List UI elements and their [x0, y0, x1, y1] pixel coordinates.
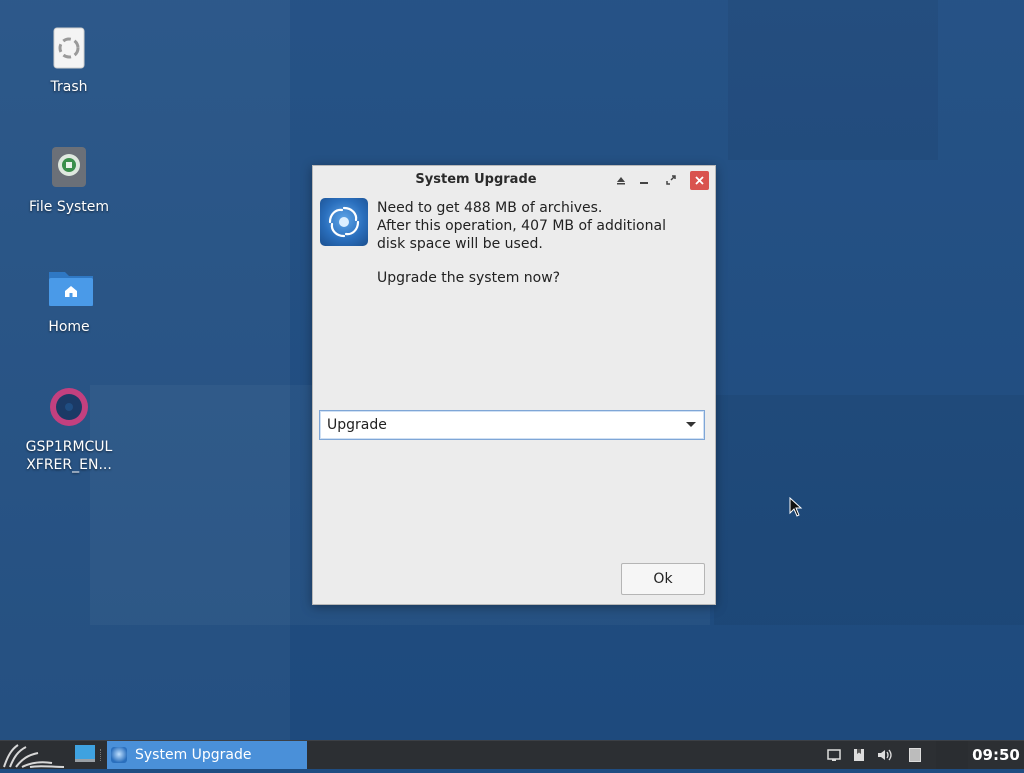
start-menu-button[interactable] [0, 741, 68, 769]
wallpaper-panel [728, 0, 938, 160]
desktop-icon-home[interactable]: Home [14, 264, 124, 336]
message-line: After this operation, 407 MB of addition… [377, 218, 666, 234]
minimize-button[interactable] [636, 172, 652, 188]
upgrade-app-icon [111, 747, 127, 763]
mouse-cursor-icon [789, 496, 803, 521]
desktop-icon-label: GSP1RMCUL XFRER_EN... [25, 439, 113, 473]
maximize-button[interactable] [663, 172, 679, 188]
message-line: Need to get 488 MB of archives. [377, 200, 603, 216]
desktop-icon-label: File System [28, 199, 110, 215]
minimize-icon [640, 182, 648, 184]
disc-icon [47, 384, 91, 432]
wallpaper-panel [714, 395, 1024, 625]
upgrade-mode-select[interactable]: Upgrade [319, 410, 705, 440]
show-desktop-button[interactable] [74, 744, 96, 764]
shade-button[interactable] [613, 172, 629, 188]
close-icon [695, 176, 704, 185]
taskbar-item-system-upgrade[interactable]: System Upgrade [107, 741, 307, 769]
desktop-icon-disc[interactable]: GSP1RMCUL XFRER_EN... [14, 384, 124, 474]
dialog-message: Need to get 488 MB of archives. After th… [377, 199, 707, 253]
taskbar-separator [100, 749, 104, 761]
shade-icon [617, 177, 625, 185]
start-logo-icon [3, 744, 65, 768]
dialog-question: Upgrade the system now? [377, 270, 561, 286]
ok-button[interactable]: Ok [621, 563, 705, 595]
maximize-icon [666, 175, 676, 185]
close-button[interactable] [690, 171, 709, 190]
tray-separator [936, 741, 968, 769]
dialog-titlebar[interactable]: System Upgrade [313, 166, 715, 194]
select-value: Upgrade [327, 417, 387, 433]
volume-icon[interactable] [876, 747, 892, 763]
system-upgrade-dialog: System Upgrade Need to get 488 MB of arc… [312, 165, 716, 605]
desktop-icon-trash[interactable]: Trash [14, 24, 124, 96]
message-line: disk space will be used. [377, 236, 543, 252]
network-icon[interactable] [826, 747, 842, 763]
chevron-down-icon [686, 422, 696, 427]
workspace-icon[interactable] [907, 747, 923, 763]
home-folder-icon [47, 264, 93, 312]
show-desktop-icon [75, 745, 95, 762]
desktop-icon-label: Home [48, 319, 90, 335]
desktop-icon-label: Trash [50, 79, 88, 95]
taskbar: System Upgrade 09:50 [0, 740, 1024, 769]
desktop-icon-file-system[interactable]: File System [14, 144, 124, 216]
upgrade-app-icon [320, 198, 368, 246]
dialog-title: System Upgrade [415, 172, 537, 187]
clock[interactable]: 09:50 [968, 741, 1024, 769]
trash-icon [47, 24, 91, 72]
clipboard-icon[interactable] [851, 747, 867, 763]
wallpaper-panel [0, 0, 290, 740]
drive-icon [47, 144, 91, 192]
taskbar-item-label: System Upgrade [135, 747, 252, 763]
